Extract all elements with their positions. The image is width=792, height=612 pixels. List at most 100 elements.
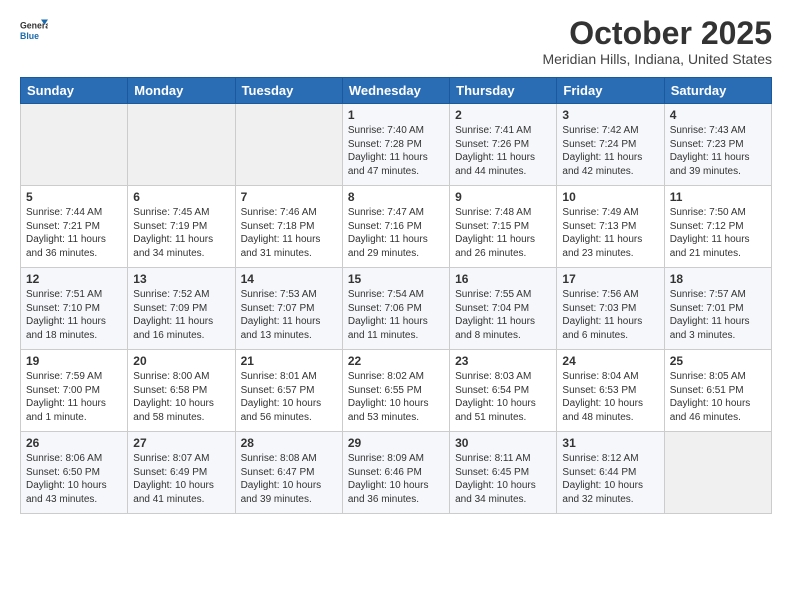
calendar-cell: 12Sunrise: 7:51 AM Sunset: 7:10 PM Dayli… — [21, 268, 128, 350]
day-number: 30 — [455, 436, 551, 450]
month-title: October 2025 — [542, 16, 772, 51]
calendar-cell — [21, 104, 128, 186]
day-number: 19 — [26, 354, 122, 368]
day-number: 2 — [455, 108, 551, 122]
calendar-cell: 8 Sunrise: 7:47 AM Sunset: 7:16 PM Daylig… — [342, 186, 449, 268]
day-info: Sunrise: 7:44 AM Sunset: 7:21 PM Dayligh… — [26, 206, 122, 260]
day-info: Sunrise: 8:04 AM Sunset: 6:53 PM Dayligh… — [562, 370, 658, 424]
day-info: Sunrise: 8:05 AM Sunset: 6:51 PM Dayligh… — [670, 370, 766, 424]
logo: General Blue — [20, 16, 48, 44]
calendar-cell: 30Sunrise: 8:11 AM Sunset: 6:45 PM Dayli… — [450, 432, 557, 514]
logo-icon: General Blue — [20, 16, 48, 44]
calendar-cell: 22Sunrise: 8:02 AM Sunset: 6:55 PM Dayli… — [342, 350, 449, 432]
calendar-cell — [128, 104, 235, 186]
day-info: Sunrise: 7:41 AM Sunset: 7:26 PM Dayligh… — [455, 124, 551, 178]
location: Meridian Hills, Indiana, United States — [542, 51, 772, 67]
day-number: 23 — [455, 354, 551, 368]
day-number: 28 — [241, 436, 337, 450]
day-number: 31 — [562, 436, 658, 450]
day-number: 1 — [348, 108, 444, 122]
day-info: Sunrise: 7:53 AM Sunset: 7:07 PM Dayligh… — [241, 288, 337, 342]
day-number: 13 — [133, 272, 229, 286]
day-info: Sunrise: 7:42 AM Sunset: 7:24 PM Dayligh… — [562, 124, 658, 178]
day-info: Sunrise: 8:12 AM Sunset: 6:44 PM Dayligh… — [562, 452, 658, 506]
day-number: 27 — [133, 436, 229, 450]
day-number: 29 — [348, 436, 444, 450]
calendar-cell: 9Sunrise: 7:48 AM Sunset: 7:15 PM Daylig… — [450, 186, 557, 268]
day-info: Sunrise: 7:57 AM Sunset: 7:01 PM Dayligh… — [670, 288, 766, 342]
calendar-cell: 2 Sunrise: 7:41 AM Sunset: 7:26 PM Daylig… — [450, 104, 557, 186]
calendar-cell: 15 Sunrise: 7:54 AM Sunset: 7:06 PM Dayli… — [342, 268, 449, 350]
day-info: Sunrise: 7:40 AM Sunset: 7:28 PM Dayligh… — [348, 124, 444, 178]
day-number: 11 — [670, 190, 766, 204]
day-number: 18 — [670, 272, 766, 286]
calendar-week-row: 26Sunrise: 8:06 AM Sunset: 6:50 PM Dayli… — [21, 432, 772, 514]
calendar-cell: 31 Sunrise: 8:12 AM Sunset: 6:44 PM Dayli… — [557, 432, 664, 514]
day-info: Sunrise: 7:48 AM Sunset: 7:15 PM Dayligh… — [455, 206, 551, 260]
day-info: Sunrise: 8:00 AM Sunset: 6:58 PM Dayligh… — [133, 370, 229, 424]
calendar-cell: 1 Sunrise: 7:40 AM Sunset: 7:28 PM Daylig… — [342, 104, 449, 186]
day-number: 26 — [26, 436, 122, 450]
calendar-cell: 27 Sunrise: 8:07 AM Sunset: 6:49 PM Dayli… — [128, 432, 235, 514]
day-info: Sunrise: 7:46 AM Sunset: 7:18 PM Dayligh… — [241, 206, 337, 260]
day-info: Sunrise: 8:03 AM Sunset: 6:54 PM Dayligh… — [455, 370, 551, 424]
calendar-cell: 3 Sunrise: 7:42 AM Sunset: 7:24 PM Daylig… — [557, 104, 664, 186]
day-number: 5 — [26, 190, 122, 204]
day-info: Sunrise: 8:08 AM Sunset: 6:47 PM Dayligh… — [241, 452, 337, 506]
day-info: Sunrise: 7:43 AM Sunset: 7:23 PM Dayligh… — [670, 124, 766, 178]
day-info: Sunrise: 7:51 AM Sunset: 7:10 PM Dayligh… — [26, 288, 122, 342]
day-number: 3 — [562, 108, 658, 122]
day-number: 21 — [241, 354, 337, 368]
day-info: Sunrise: 7:55 AM Sunset: 7:04 PM Dayligh… — [455, 288, 551, 342]
header-saturday: Saturday — [664, 78, 771, 104]
day-number: 4 — [670, 108, 766, 122]
day-number: 15 — [348, 272, 444, 286]
header-thursday: Thursday — [450, 78, 557, 104]
day-number: 8 — [348, 190, 444, 204]
svg-text:Blue: Blue — [20, 31, 39, 41]
page-container: General Blue October 2025 Meridian Hills… — [0, 0, 792, 612]
day-info: Sunrise: 8:07 AM Sunset: 6:49 PM Dayligh… — [133, 452, 229, 506]
calendar-cell: 21 Sunrise: 8:01 AM Sunset: 6:57 PM Dayli… — [235, 350, 342, 432]
header-sunday: Sunday — [21, 78, 128, 104]
calendar-cell: 25Sunrise: 8:05 AM Sunset: 6:51 PM Dayli… — [664, 350, 771, 432]
calendar-cell: 19 Sunrise: 7:59 AM Sunset: 7:00 PM Dayli… — [21, 350, 128, 432]
day-info: Sunrise: 7:49 AM Sunset: 7:13 PM Dayligh… — [562, 206, 658, 260]
header-monday: Monday — [128, 78, 235, 104]
day-info: Sunrise: 7:59 AM Sunset: 7:00 PM Dayligh… — [26, 370, 122, 424]
day-number: 14 — [241, 272, 337, 286]
day-number: 16 — [455, 272, 551, 286]
day-info: Sunrise: 8:01 AM Sunset: 6:57 PM Dayligh… — [241, 370, 337, 424]
calendar-cell: 13Sunrise: 7:52 AM Sunset: 7:09 PM Dayli… — [128, 268, 235, 350]
day-info: Sunrise: 7:50 AM Sunset: 7:12 PM Dayligh… — [670, 206, 766, 260]
calendar-table: Sunday Monday Tuesday Wednesday Thursday… — [20, 77, 772, 514]
calendar-cell: 14 Sunrise: 7:53 AM Sunset: 7:07 PM Dayli… — [235, 268, 342, 350]
header-wednesday: Wednesday — [342, 78, 449, 104]
calendar-week-row: 5 Sunrise: 7:44 AM Sunset: 7:21 PM Daylig… — [21, 186, 772, 268]
calendar-cell: 7Sunrise: 7:46 AM Sunset: 7:18 PM Daylig… — [235, 186, 342, 268]
calendar-cell — [235, 104, 342, 186]
header-friday: Friday — [557, 78, 664, 104]
calendar-header-row: Sunday Monday Tuesday Wednesday Thursday… — [21, 78, 772, 104]
calendar-week-row: 12Sunrise: 7:51 AM Sunset: 7:10 PM Dayli… — [21, 268, 772, 350]
day-number: 20 — [133, 354, 229, 368]
day-info: Sunrise: 7:54 AM Sunset: 7:06 PM Dayligh… — [348, 288, 444, 342]
header: General Blue October 2025 Meridian Hills… — [20, 16, 772, 67]
calendar-week-row: 19 Sunrise: 7:59 AM Sunset: 7:00 PM Dayli… — [21, 350, 772, 432]
day-info: Sunrise: 8:02 AM Sunset: 6:55 PM Dayligh… — [348, 370, 444, 424]
day-number: 17 — [562, 272, 658, 286]
calendar-cell: 4 Sunrise: 7:43 AM Sunset: 7:23 PM Daylig… — [664, 104, 771, 186]
calendar-cell: 26Sunrise: 8:06 AM Sunset: 6:50 PM Dayli… — [21, 432, 128, 514]
calendar-cell: 11 Sunrise: 7:50 AM Sunset: 7:12 PM Dayli… — [664, 186, 771, 268]
calendar-cell: 16 Sunrise: 7:55 AM Sunset: 7:04 PM Dayli… — [450, 268, 557, 350]
header-tuesday: Tuesday — [235, 78, 342, 104]
calendar-cell: 23 Sunrise: 8:03 AM Sunset: 6:54 PM Dayli… — [450, 350, 557, 432]
calendar-cell: 5 Sunrise: 7:44 AM Sunset: 7:21 PM Daylig… — [21, 186, 128, 268]
calendar-week-row: 1 Sunrise: 7:40 AM Sunset: 7:28 PM Daylig… — [21, 104, 772, 186]
calendar-cell: 17Sunrise: 7:56 AM Sunset: 7:03 PM Dayli… — [557, 268, 664, 350]
day-info: Sunrise: 8:09 AM Sunset: 6:46 PM Dayligh… — [348, 452, 444, 506]
day-info: Sunrise: 7:47 AM Sunset: 7:16 PM Dayligh… — [348, 206, 444, 260]
calendar-cell: 28 Sunrise: 8:08 AM Sunset: 6:47 PM Dayli… — [235, 432, 342, 514]
title-block: October 2025 Meridian Hills, Indiana, Un… — [542, 16, 772, 67]
calendar-cell: 18 Sunrise: 7:57 AM Sunset: 7:01 PM Dayli… — [664, 268, 771, 350]
